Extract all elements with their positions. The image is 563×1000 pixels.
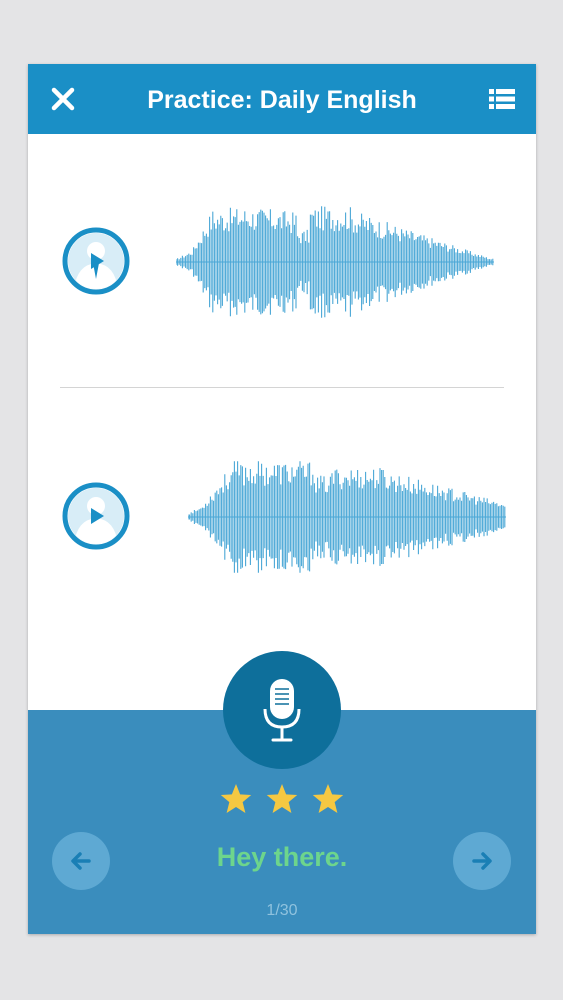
speaker-avatar-icon	[62, 227, 130, 295]
list-button[interactable]	[486, 84, 518, 114]
microphone-icon	[263, 679, 301, 742]
native-speaker-play-button[interactable]	[62, 227, 130, 295]
user-play-button[interactable]	[62, 482, 130, 550]
arrow-right-icon	[472, 852, 492, 870]
progress-counter: 1/30	[266, 902, 298, 919]
next-button[interactable]	[453, 832, 511, 890]
page-title: Practice: Daily English	[147, 86, 417, 114]
record-button[interactable]	[223, 651, 341, 769]
app-screen: Practice: Daily English Hey there. 1/30	[28, 64, 536, 934]
star-icon	[220, 784, 252, 813]
user-waveform	[188, 461, 506, 573]
rating-stars	[28, 782, 536, 821]
user-avatar-icon	[62, 482, 130, 550]
star-icon	[312, 784, 344, 813]
star-icon	[266, 784, 298, 813]
list-icon	[489, 89, 515, 109]
divider	[60, 387, 504, 388]
header-bar: Practice: Daily English	[28, 64, 536, 134]
native-speaker-waveform	[176, 206, 494, 318]
